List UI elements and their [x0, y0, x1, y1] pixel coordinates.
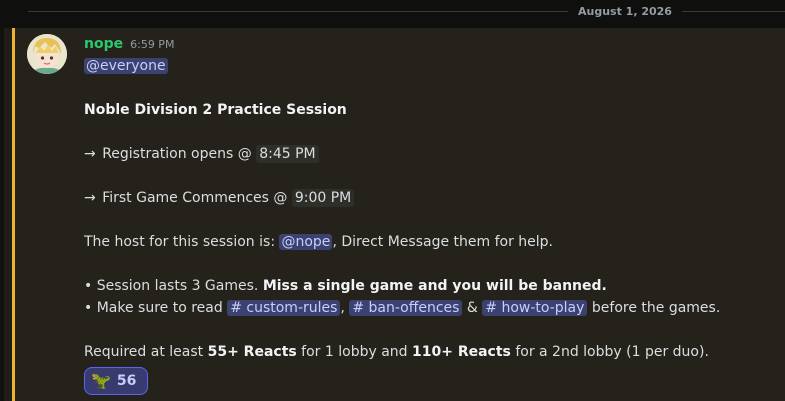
req-prefix: Required at least	[84, 344, 208, 360]
registration-time: 8:45 PM	[256, 145, 319, 163]
host-mention[interactable]: @nope	[279, 234, 333, 250]
req-reacts-1: 55+ Reacts	[207, 344, 297, 360]
channel-how-to-play[interactable]: # how-to-play	[482, 300, 588, 316]
top-bar: August 1, 2026	[0, 0, 785, 28]
first-game-line: → First Game Commences @ 9:00 PM	[84, 187, 774, 209]
reaction-count: 56	[116, 373, 137, 389]
channel-ban-offences[interactable]: # ban-offences	[349, 300, 463, 316]
mention-highlight-bar	[12, 28, 15, 401]
left-strip	[0, 28, 4, 401]
requirements-line: Required at least 55+ Reacts for 1 lobby…	[84, 341, 774, 363]
bullet1-text: • Session lasts 3 Games.	[84, 278, 263, 294]
bullet2-suffix: before the games.	[591, 300, 721, 316]
bullet-session-length: • Session lasts 3 Games. Miss a single g…	[84, 275, 774, 297]
session-title: Noble Division 2 Practice Session	[84, 102, 347, 118]
req-suffix: for a 2nd lobby (1 per duo).	[510, 344, 709, 360]
separator-comma: ,	[340, 300, 345, 316]
first-game-text: First Game Commences @	[102, 190, 288, 206]
registration-text: Registration opens @	[102, 146, 252, 162]
avatar-image	[27, 34, 67, 74]
arrow-right-icon: →	[84, 146, 96, 162]
message-header: nope 6:59 PM	[84, 33, 774, 55]
host-line: The host for this session is: @nope, Dir…	[84, 231, 774, 253]
t-rex-icon: 🦖	[91, 371, 111, 390]
timestamp[interactable]: 6:59 PM	[130, 34, 174, 56]
registration-line: → Registration opens @ 8:45 PM	[84, 143, 774, 165]
everyone-line: @everyone	[84, 55, 774, 77]
channel-custom-rules[interactable]: # custom-rules	[227, 300, 341, 316]
separator-ampersand: &	[466, 300, 478, 316]
message-content: nope 6:59 PM @everyone Noble Division 2 …	[84, 33, 774, 363]
reaction-button[interactable]: 🦖 56	[84, 367, 148, 395]
req-mid: for 1 lobby and	[296, 344, 412, 360]
host-suffix: , Direct Message them for help.	[332, 234, 553, 250]
everyone-mention[interactable]: @everyone	[84, 58, 168, 74]
host-text: The host for this session is:	[84, 234, 276, 250]
date-divider-label: August 1, 2026	[568, 4, 682, 20]
avatar[interactable]	[27, 34, 67, 74]
arrow-right-icon: →	[84, 190, 96, 206]
bullet1-warning: Miss a single game and you will be banne…	[262, 278, 607, 294]
req-reacts-2: 110+ Reacts	[412, 344, 511, 360]
username[interactable]: nope	[84, 33, 123, 55]
bullet2-text: • Make sure to read	[84, 300, 223, 316]
bullet-read-channels: • Make sure to read # custom-rules, # ba…	[84, 297, 774, 319]
first-game-time: 9:00 PM	[291, 189, 355, 207]
